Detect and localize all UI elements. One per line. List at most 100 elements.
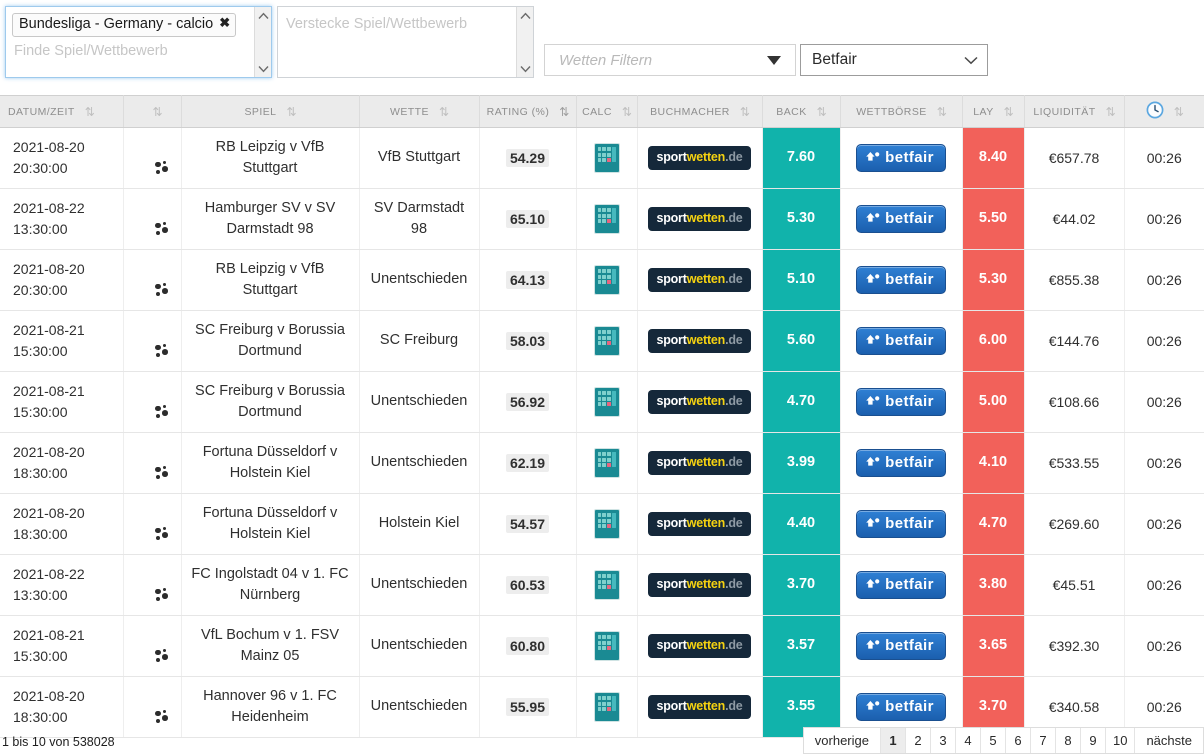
calculator-icon[interactable] bbox=[593, 692, 620, 722]
cell-calc[interactable] bbox=[576, 493, 638, 555]
cell-calc[interactable] bbox=[576, 371, 638, 433]
cell-exchange[interactable]: betfair bbox=[840, 615, 963, 677]
sort-icon[interactable]: ⇅ bbox=[937, 106, 947, 118]
pagination-page-2[interactable]: 2 bbox=[905, 728, 931, 753]
sportwetten-badge[interactable]: sportwetten.de bbox=[648, 146, 751, 170]
betfair-badge[interactable]: betfair bbox=[856, 510, 946, 538]
sort-icon[interactable]: ⇅ bbox=[439, 106, 449, 118]
pagination-page-3[interactable]: 3 bbox=[930, 728, 956, 753]
calculator-icon[interactable] bbox=[593, 387, 620, 417]
cell-exchange[interactable]: betfair bbox=[840, 371, 963, 433]
cell-back-odds[interactable]: 5.60 bbox=[762, 310, 841, 372]
col-match[interactable]: Spiel ⇅ bbox=[181, 95, 360, 128]
table-row[interactable]: 2021-08-21 15:30:00 SC Freiburg v Borussia… bbox=[0, 371, 1204, 433]
cell-bookmaker[interactable]: sportwetten.de bbox=[637, 371, 763, 433]
cell-calc[interactable] bbox=[576, 249, 638, 311]
betfair-badge[interactable]: betfair bbox=[856, 571, 946, 599]
calculator-icon[interactable] bbox=[593, 326, 620, 356]
calculator-icon[interactable] bbox=[593, 631, 620, 661]
pagination-page-10[interactable]: 10 bbox=[1105, 728, 1136, 753]
sportwetten-badge[interactable]: sportwetten.de bbox=[648, 268, 751, 292]
cell-lay-odds[interactable]: 6.00 bbox=[962, 310, 1025, 372]
cell-exchange[interactable]: betfair bbox=[840, 249, 963, 311]
betfair-badge[interactable]: betfair bbox=[856, 388, 946, 416]
pagination-page-4[interactable]: 4 bbox=[955, 728, 981, 753]
cell-bookmaker[interactable]: sportwetten.de bbox=[637, 615, 763, 677]
table-row[interactable]: 2021-08-22 13:30:00 FC Ingolstadt 04 v 1. … bbox=[0, 554, 1204, 616]
hide-competition-input[interactable]: Verstecke Spiel/Wettbewerb bbox=[284, 13, 509, 32]
selected-competition-tag[interactable]: Bundesliga - Germany - calcio ✖ bbox=[12, 13, 237, 37]
close-icon[interactable]: ✖ bbox=[219, 16, 230, 29]
col-calc[interactable]: Calc ⇅ bbox=[576, 95, 638, 128]
cell-back-odds[interactable]: 3.70 bbox=[762, 554, 841, 616]
calculator-icon[interactable] bbox=[593, 265, 620, 295]
table-row[interactable]: 2021-08-20 20:30:00 RB Leipzig v VfB Stutt… bbox=[0, 127, 1204, 189]
sportwetten-badge[interactable]: sportwetten.de bbox=[648, 512, 751, 536]
table-row[interactable]: 2021-08-22 13:30:00 Hamburger SV v SV Darm… bbox=[0, 188, 1204, 250]
cell-exchange[interactable]: betfair bbox=[840, 188, 963, 250]
cell-calc[interactable] bbox=[576, 432, 638, 494]
col-bet[interactable]: Wette ⇅ bbox=[359, 95, 480, 128]
pagination-prev[interactable]: vorherige bbox=[803, 728, 881, 753]
cell-lay-odds[interactable]: 4.10 bbox=[962, 432, 1025, 494]
col-age[interactable]: ⇅ bbox=[1124, 95, 1204, 128]
betfair-badge[interactable]: betfair bbox=[856, 144, 946, 172]
cell-lay-odds[interactable]: 4.70 bbox=[962, 493, 1025, 555]
cell-back-odds[interactable]: 5.10 bbox=[762, 249, 841, 311]
betfair-badge[interactable]: betfair bbox=[856, 205, 946, 233]
cell-back-odds[interactable]: 4.70 bbox=[762, 371, 841, 433]
calculator-icon[interactable] bbox=[593, 204, 620, 234]
sort-icon[interactable]: ⇅ bbox=[1004, 106, 1014, 118]
col-liquidity[interactable]: Liquidität ⇅ bbox=[1024, 95, 1125, 128]
competition-exclude-multiselect[interactable]: Verstecke Spiel/Wettbewerb bbox=[277, 6, 534, 78]
chevron-up-icon[interactable] bbox=[255, 7, 271, 24]
cell-bookmaker[interactable]: sportwetten.de bbox=[637, 249, 763, 311]
sportwetten-badge[interactable]: sportwetten.de bbox=[648, 573, 751, 597]
calculator-icon[interactable] bbox=[593, 570, 620, 600]
cell-bookmaker[interactable]: sportwetten.de bbox=[637, 432, 763, 494]
cell-lay-odds[interactable]: 8.40 bbox=[962, 127, 1025, 189]
pagination-page-7[interactable]: 7 bbox=[1030, 728, 1056, 753]
betfair-badge[interactable]: betfair bbox=[856, 266, 946, 294]
cell-bookmaker[interactable]: sportwetten.de bbox=[637, 554, 763, 616]
exchange-select[interactable]: Betfair bbox=[800, 44, 988, 76]
sort-icon[interactable]: ⇅ bbox=[85, 106, 95, 118]
pagination-page-6[interactable]: 6 bbox=[1005, 728, 1031, 753]
col-bookmaker[interactable]: Buchmacher ⇅ bbox=[637, 95, 763, 128]
cell-back-odds[interactable]: 3.57 bbox=[762, 615, 841, 677]
cell-exchange[interactable]: betfair bbox=[840, 554, 963, 616]
sort-icon[interactable]: ⇅ bbox=[286, 106, 296, 118]
col-rating[interactable]: Rating (%) ⇅ bbox=[479, 95, 577, 128]
cell-exchange[interactable]: betfair bbox=[840, 432, 963, 494]
betfair-badge[interactable]: betfair bbox=[856, 449, 946, 477]
cell-exchange[interactable]: betfair bbox=[840, 310, 963, 372]
table-row[interactable]: 2021-08-21 15:30:00 SC Freiburg v Borussia… bbox=[0, 310, 1204, 372]
sort-icon[interactable]: ⇅ bbox=[1106, 106, 1116, 118]
sort-icon[interactable]: ⇅ bbox=[1174, 106, 1184, 118]
competition-include-multiselect[interactable]: Bundesliga - Germany - calcio ✖ Finde Sp… bbox=[5, 6, 272, 78]
calculator-icon[interactable] bbox=[593, 143, 620, 173]
cell-back-odds[interactable]: 3.99 bbox=[762, 432, 841, 494]
pagination[interactable]: vorherige 1 2 3 4 5 6 7 8 9 10 nächste bbox=[802, 727, 1204, 754]
cell-back-odds[interactable]: 5.30 bbox=[762, 188, 841, 250]
cell-bookmaker[interactable]: sportwetten.de bbox=[637, 127, 763, 189]
table-row[interactable]: 2021-08-20 20:30:00 RB Leipzig v VfB Stutt… bbox=[0, 249, 1204, 311]
sportwetten-badge[interactable]: sportwetten.de bbox=[648, 451, 751, 475]
sportwetten-badge[interactable]: sportwetten.de bbox=[648, 390, 751, 414]
find-competition-input[interactable]: Finde Spiel/Wettbewerb bbox=[12, 37, 247, 59]
col-exchange[interactable]: Wettbörse ⇅ bbox=[840, 95, 963, 128]
sort-icon[interactable]: ⇅ bbox=[622, 106, 632, 118]
cell-exchange[interactable]: betfair bbox=[840, 493, 963, 555]
sort-icon[interactable]: ⇅ bbox=[740, 106, 750, 118]
chevron-down-icon[interactable] bbox=[255, 60, 271, 77]
pagination-page-9[interactable]: 9 bbox=[1080, 728, 1106, 753]
cell-exchange[interactable]: betfair bbox=[840, 127, 963, 189]
table-row[interactable]: 2021-08-21 15:30:00 VfL Bochum v 1. FSV Ma… bbox=[0, 615, 1204, 677]
betfair-badge[interactable]: betfair bbox=[856, 632, 946, 660]
sort-icon-active[interactable]: ⇅ bbox=[559, 106, 569, 118]
cell-lay-odds[interactable]: 3.65 bbox=[962, 615, 1025, 677]
bets-filter-dropdown[interactable]: Wetten Filtern bbox=[544, 44, 796, 76]
sportwetten-badge[interactable]: sportwetten.de bbox=[648, 207, 751, 231]
pagination-page-8[interactable]: 8 bbox=[1055, 728, 1081, 753]
cell-back-odds[interactable]: 4.40 bbox=[762, 493, 841, 555]
